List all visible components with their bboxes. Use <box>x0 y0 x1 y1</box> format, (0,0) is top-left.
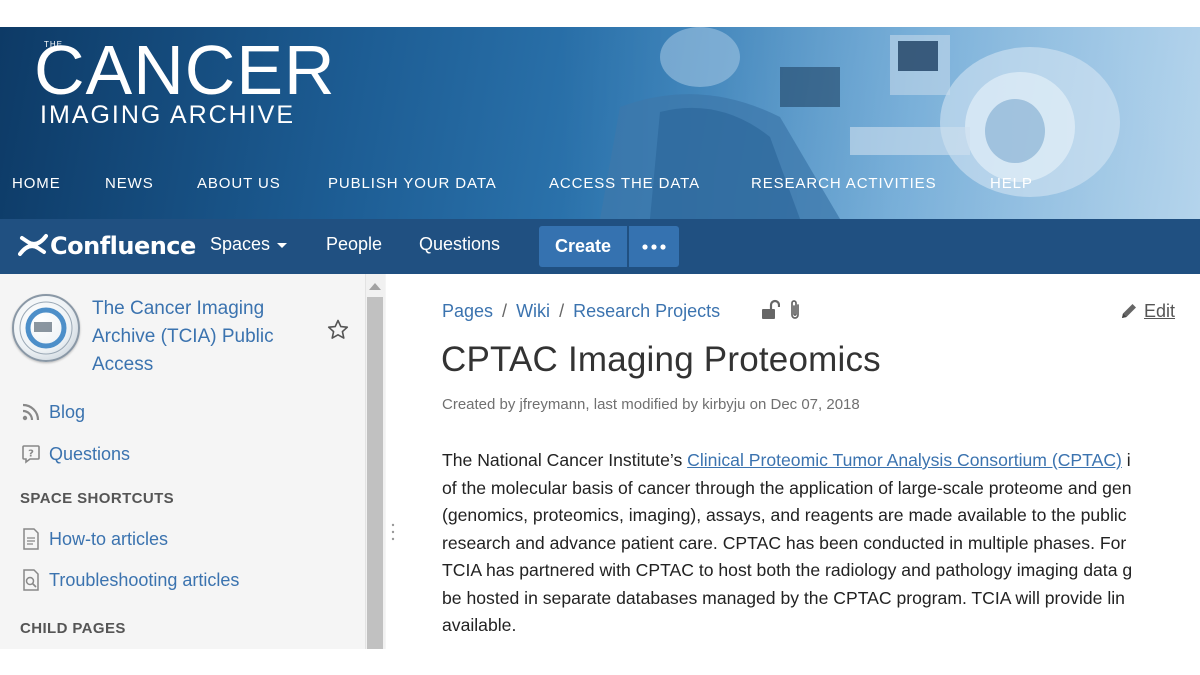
breadcrumb-separator: / <box>559 300 565 321</box>
nav-news[interactable]: NEWS <box>105 175 154 192</box>
confluence-brand-label: Confluence <box>50 232 196 260</box>
sidebar-resize-handle[interactable] <box>391 522 395 542</box>
edit-button[interactable]: Edit <box>1120 298 1175 324</box>
body-text: i <box>1121 450 1131 470</box>
nav-help[interactable]: HELP <box>990 175 1033 192</box>
edit-label: Edit <box>1144 300 1176 321</box>
more-options-button[interactable] <box>629 226 679 267</box>
body-line: TCIA has partnered with CPTAC to host bo… <box>442 560 1133 580</box>
space-avatar[interactable] <box>12 294 80 362</box>
confluence-icon <box>18 234 48 256</box>
breadcrumb-research-projects[interactable]: Research Projects <box>573 301 720 322</box>
page-title: CPTAC Imaging Proteomics <box>441 340 881 379</box>
questions-link[interactable]: Questions <box>419 234 500 255</box>
breadcrumb-separator: / <box>502 300 508 321</box>
create-button[interactable]: Create <box>539 226 627 267</box>
chevron-down-icon <box>277 242 288 248</box>
svg-text:?: ? <box>28 449 34 460</box>
cptac-link[interactable]: Clinical Proteomic Tumor Analysis Consor… <box>687 450 1122 470</box>
unlock-icon[interactable] <box>760 299 780 321</box>
star-icon[interactable] <box>326 318 350 342</box>
confluence-logo[interactable]: Confluence <box>18 231 196 261</box>
document-icon <box>20 528 42 550</box>
space-title-link[interactable]: The Cancer Imaging Archive (TCIA) Public… <box>92 295 317 379</box>
body-line: available. <box>442 615 517 635</box>
body-line: The National Cancer Institute’s Clinical… <box>442 447 1200 475</box>
page-body: The National Cancer Institute’s Clinical… <box>442 447 1200 647</box>
logo-title: CANCER <box>34 31 336 109</box>
breadcrumb-wiki[interactable]: Wiki <box>516 301 550 322</box>
body-line: of the molecular basis of cancer through… <box>442 477 1132 498</box>
ellipsis-icon <box>642 243 666 250</box>
shortcut-troubleshooting-articles[interactable]: Troubleshooting articles <box>20 567 239 593</box>
people-link[interactable]: People <box>326 234 382 255</box>
body-line: research and advance patient care. CPTAC… <box>442 532 1127 553</box>
breadcrumb-pages[interactable]: Pages <box>442 301 493 322</box>
rss-icon <box>20 401 42 423</box>
page-meta-icons <box>760 298 802 322</box>
sidebar-item-label: Troubleshooting articles <box>49 569 240 590</box>
body-line: be hosted in separate databases managed … <box>442 587 1125 608</box>
page-metadata: Created by jfreymann, last modified by k… <box>442 396 860 413</box>
child-pages-heading: CHILD PAGES <box>20 620 126 637</box>
site-banner: THE CANCER IMAGING ARCHIVE HOME NEWS ABO… <box>0 27 1200 219</box>
nav-access-the-data[interactable]: ACCESS THE DATA <box>549 175 700 192</box>
tcia-space-logo-icon <box>19 301 73 355</box>
body-text: The National Cancer Institute’s <box>442 450 688 470</box>
shortcut-how-to-articles[interactable]: How-to articles <box>20 526 168 552</box>
spaces-label: Spaces <box>210 234 271 254</box>
sidebar-item-label: Blog <box>49 401 86 422</box>
spaces-menu[interactable]: Spaces <box>210 234 288 255</box>
nav-home[interactable]: HOME <box>12 175 61 192</box>
nav-research-activities[interactable]: RESEARCH ACTIVITIES <box>751 175 936 192</box>
logo-subtitle: IMAGING ARCHIVE <box>40 101 296 129</box>
document-icon <box>20 569 42 591</box>
sidebar-item-questions[interactable]: ? Questions <box>20 441 130 467</box>
sidebar-scrollbar-thumb[interactable] <box>367 297 383 649</box>
nav-about-us[interactable]: ABOUT US <box>197 175 281 192</box>
pencil-icon <box>1122 304 1136 318</box>
question-icon: ? <box>20 443 42 465</box>
sidebar-item-label: How-to articles <box>49 528 169 549</box>
nav-publish-your-data[interactable]: PUBLISH YOUR DATA <box>328 175 497 192</box>
space-shortcuts-heading: SPACE SHORTCUTS <box>20 490 175 507</box>
scroll-up-arrow-icon[interactable] <box>369 283 381 290</box>
breadcrumb: Pages / Wiki / Research Projects <box>442 298 720 324</box>
site-navigation: HOME NEWS ABOUT US PUBLISH YOUR DATA ACC… <box>0 175 1200 199</box>
sidebar-item-blog[interactable]: Blog <box>20 399 85 425</box>
paperclip-icon[interactable] <box>788 299 802 321</box>
body-line: (genomics, proteomics, imaging), assays,… <box>442 505 1127 525</box>
sidebar-item-label: Questions <box>49 443 131 464</box>
